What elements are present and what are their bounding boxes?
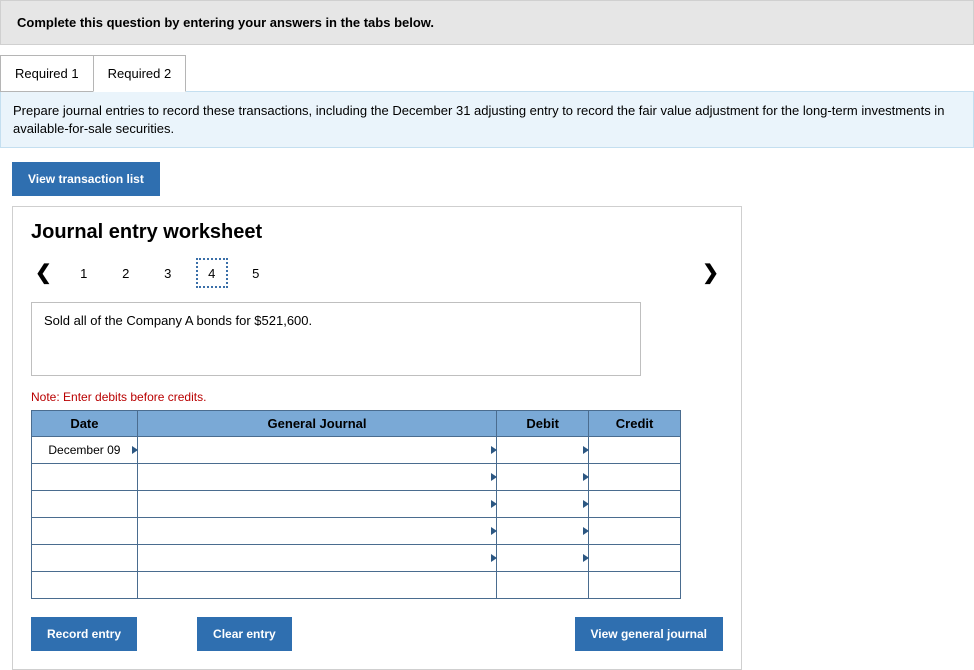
view-general-journal-button[interactable]: View general journal [575, 617, 723, 651]
date-cell[interactable] [32, 464, 138, 491]
table-row [32, 518, 681, 545]
journal-entry-worksheet: Journal entry worksheet ❮ 1 2 3 4 5 ❯ So… [12, 206, 742, 670]
debit-cell[interactable] [497, 518, 589, 545]
credit-cell[interactable] [589, 572, 681, 599]
table-row [32, 572, 681, 599]
table-row [32, 491, 681, 518]
clear-entry-button[interactable]: Clear entry [197, 617, 292, 651]
page-4[interactable]: 4 [196, 258, 228, 288]
col-date: Date [32, 411, 138, 437]
credit-cell[interactable] [589, 464, 681, 491]
date-cell[interactable] [32, 572, 138, 599]
record-entry-button[interactable]: Record entry [31, 617, 137, 651]
page-5[interactable]: 5 [242, 260, 270, 286]
debit-cell[interactable] [497, 491, 589, 518]
credit-cell[interactable] [589, 518, 681, 545]
worksheet-title: Journal entry worksheet [31, 221, 723, 244]
debit-cell[interactable] [497, 545, 589, 572]
date-cell[interactable] [32, 491, 138, 518]
transaction-description: Sold all of the Company A bonds for $521… [31, 302, 641, 376]
table-row [32, 545, 681, 572]
pager: ❮ 1 2 3 4 5 ❯ [31, 258, 723, 288]
gj-cell[interactable] [137, 545, 496, 572]
col-debit: Debit [497, 411, 589, 437]
gj-cell[interactable] [137, 572, 496, 599]
tab-row: Required 1 Required 2 [0, 55, 974, 92]
gj-cell[interactable] [137, 437, 496, 464]
credit-cell[interactable] [589, 545, 681, 572]
debit-cell[interactable] [497, 464, 589, 491]
view-transaction-list-button[interactable]: View transaction list [12, 162, 160, 196]
table-row: December 09 [32, 437, 681, 464]
date-cell[interactable]: December 09 [32, 437, 138, 464]
table-row [32, 464, 681, 491]
credit-cell[interactable] [589, 491, 681, 518]
date-cell[interactable] [32, 545, 138, 572]
header-instruction: Complete this question by entering your … [0, 0, 974, 45]
next-icon[interactable]: ❯ [698, 263, 723, 283]
gj-cell[interactable] [137, 518, 496, 545]
prev-icon[interactable]: ❮ [31, 263, 56, 283]
col-credit: Credit [589, 411, 681, 437]
gj-cell[interactable] [137, 464, 496, 491]
tab-required-2[interactable]: Required 2 [93, 55, 187, 92]
col-general-journal: General Journal [137, 411, 496, 437]
page-3[interactable]: 3 [154, 260, 182, 286]
journal-entry-table: Date General Journal Debit Credit Decemb… [31, 410, 681, 599]
debit-credit-note: Note: Enter debits before credits. [31, 390, 723, 404]
date-cell[interactable] [32, 518, 138, 545]
page-2[interactable]: 2 [112, 260, 140, 286]
page-1[interactable]: 1 [70, 260, 98, 286]
credit-cell[interactable] [589, 437, 681, 464]
debit-cell[interactable] [497, 572, 589, 599]
gj-cell[interactable] [137, 491, 496, 518]
tab-required-1[interactable]: Required 1 [0, 55, 94, 92]
instruction-text: Prepare journal entries to record these … [0, 91, 974, 148]
debit-cell[interactable] [497, 437, 589, 464]
